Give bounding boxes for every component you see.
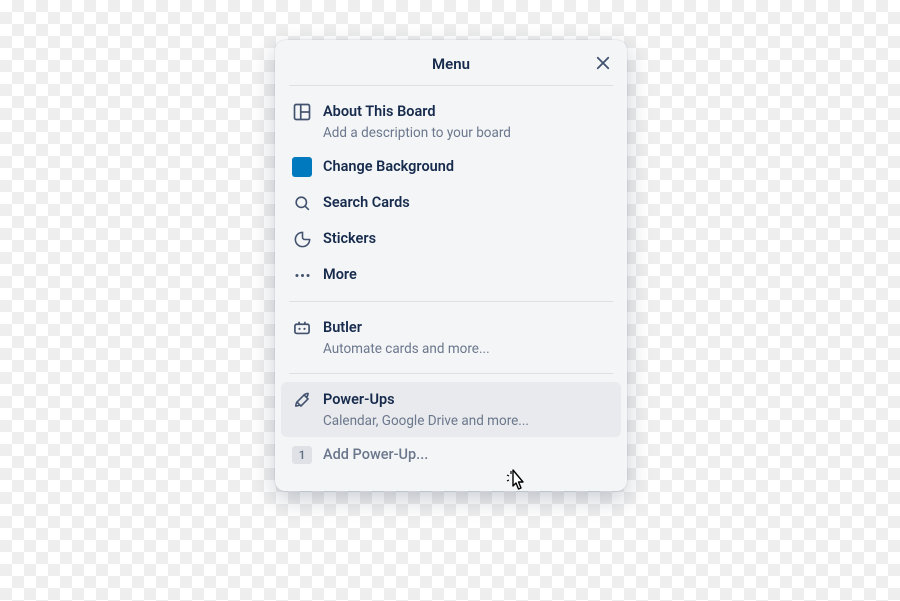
item-label: Power-Ups: [323, 389, 611, 411]
item-subtitle: Calendar, Google Drive and more...: [323, 412, 611, 430]
menu-item-butler[interactable]: Butler Automate cards and more...: [281, 310, 621, 365]
menu-section: About This Board Add a description to yo…: [275, 86, 627, 301]
more-icon: [291, 264, 313, 286]
menu-item-search-cards[interactable]: Search Cards: [281, 185, 621, 221]
item-body: Butler Automate cards and more...: [323, 317, 611, 358]
item-body: About This Board Add a description to yo…: [323, 101, 611, 142]
item-subtitle: Add a description to your board: [323, 124, 611, 142]
item-label: Search Cards: [323, 192, 611, 214]
menu-item-change-background[interactable]: Change Background: [281, 149, 621, 185]
item-body: Add Power-Up...: [323, 444, 611, 466]
item-body: Power-Ups Calendar, Google Drive and mor…: [323, 389, 611, 430]
item-label: About This Board: [323, 101, 611, 123]
menu-item-add-power-up[interactable]: 1 Add Power-Up...: [281, 437, 621, 473]
menu-item-stickers[interactable]: Stickers: [281, 221, 621, 257]
item-label: More: [323, 264, 611, 286]
rocket-icon: [291, 389, 313, 411]
close-icon: [594, 54, 612, 72]
search-icon: [291, 192, 313, 214]
item-label: Add Power-Up...: [323, 444, 611, 466]
item-body: Change Background: [323, 156, 611, 178]
color-swatch-icon: [291, 156, 313, 178]
butler-icon: [291, 317, 313, 339]
item-label: Butler: [323, 317, 611, 339]
sticker-icon: [291, 228, 313, 250]
menu-item-more[interactable]: More: [281, 257, 621, 293]
menu-item-power-ups[interactable]: Power-Ups Calendar, Google Drive and mor…: [281, 382, 621, 437]
item-subtitle: Automate cards and more...: [323, 340, 611, 358]
item-body: Stickers: [323, 228, 611, 250]
item-label: Stickers: [323, 228, 611, 250]
board-menu-panel: Menu About This Board Add a description …: [275, 40, 627, 491]
item-label: Change Background: [323, 156, 611, 178]
power-up-count-badge: 1: [291, 444, 313, 466]
panel-title: Menu: [432, 55, 470, 73]
menu-section: Butler Automate cards and more...: [275, 302, 627, 373]
menu-section: Power-Ups Calendar, Google Drive and mor…: [275, 374, 627, 481]
menu-item-about-board[interactable]: About This Board Add a description to yo…: [281, 94, 621, 149]
item-body: Search Cards: [323, 192, 611, 214]
panel-header: Menu: [275, 40, 627, 85]
close-button[interactable]: [593, 54, 613, 74]
board-icon: [291, 101, 313, 123]
item-body: More: [323, 264, 611, 286]
